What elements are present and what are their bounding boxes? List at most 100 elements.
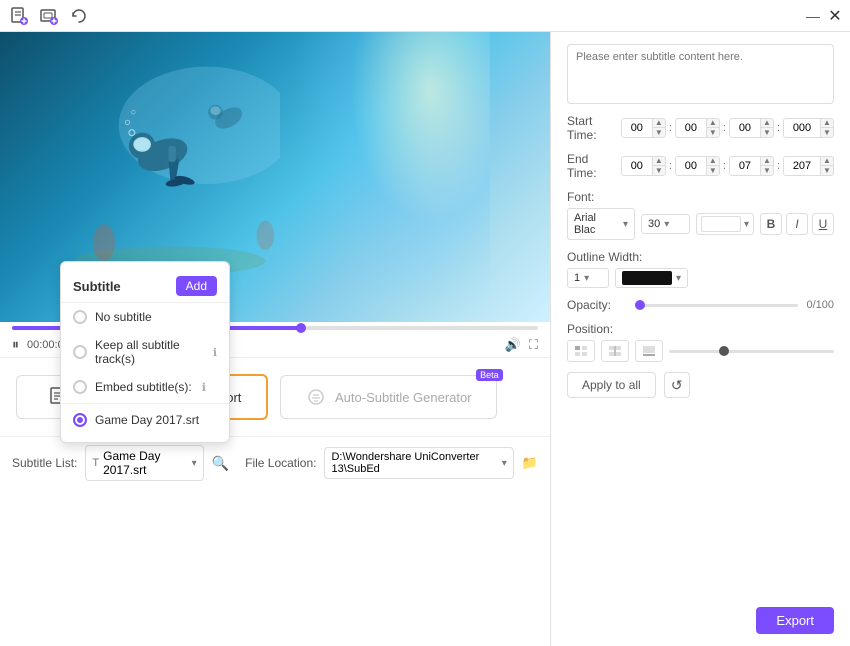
light-rays-overlay	[290, 32, 490, 322]
position-thumb[interactable]	[719, 346, 729, 356]
game-day-radio[interactable]	[73, 413, 87, 427]
end-ms-input[interactable]: ▲ ▼	[783, 156, 834, 176]
bold-button[interactable]: B	[760, 213, 782, 235]
start-sec-input[interactable]: ▲ ▼	[729, 118, 774, 138]
start-min-input[interactable]: ▲ ▼	[675, 118, 720, 138]
start-sec-up[interactable]: ▲	[761, 119, 773, 128]
font-row: Arial Blac ▾ 30 ▾ ▾ B I U	[567, 208, 834, 240]
end-sec-spinners: ▲ ▼	[760, 157, 773, 175]
start-ms-field[interactable]	[784, 120, 820, 136]
add-subtitle-button[interactable]: Add	[176, 276, 217, 296]
start-hour-field[interactable]	[622, 120, 652, 136]
outline-color-picker[interactable]: ▾	[615, 268, 688, 288]
start-min-down[interactable]: ▼	[707, 128, 719, 137]
embed-label: Embed subtitle(s):	[95, 380, 192, 394]
minimize-button[interactable]: —	[806, 9, 820, 23]
end-min-input[interactable]: ▲ ▼	[675, 156, 720, 176]
outline-width-select[interactable]: 1 ▾	[567, 268, 609, 288]
volume-icon[interactable]: 🔊	[505, 337, 521, 353]
start-sec-down[interactable]: ▼	[761, 128, 773, 137]
subtitle-list-bar: Subtitle List: T Game Day 2017.srt ▾ 🔍 F…	[0, 436, 550, 489]
position-top-center-icon	[608, 345, 622, 357]
start-min-spinners: ▲ ▼	[706, 119, 719, 137]
position-top-left-button[interactable]	[567, 340, 595, 362]
no-subtitle-radio[interactable]	[73, 310, 87, 324]
close-button[interactable]: ✕	[828, 9, 842, 23]
end-sec-up[interactable]: ▲	[761, 157, 773, 166]
font-section: Font: Arial Blac ▾ 30 ▾ ▾ B I U	[567, 190, 834, 240]
start-sec-field[interactable]	[730, 120, 760, 136]
auto-subtitle-button[interactable]: Auto-Subtitle Generator	[280, 375, 497, 419]
start-hour-up[interactable]: ▲	[653, 119, 665, 128]
diver-illustration	[60, 52, 280, 272]
end-hour-input[interactable]: ▲ ▼	[621, 156, 666, 176]
folder-icon[interactable]: 📁	[522, 455, 538, 471]
new-file-icon[interactable]	[8, 5, 30, 27]
outline-width-label: Outline Width:	[567, 250, 834, 264]
file-path-input[interactable]: D:\Wondershare UniConverter 13\SubEd ▾	[324, 447, 513, 479]
outline-section: Outline Width: 1 ▾ ▾	[567, 250, 834, 288]
position-top-center-button[interactable]	[601, 340, 629, 362]
keep-all-radio[interactable]	[73, 345, 87, 359]
pause-button[interactable]: ⏸	[12, 336, 19, 353]
popup-header: Subtitle Add	[61, 270, 229, 303]
end-min-down[interactable]: ▼	[707, 166, 719, 175]
position-slider[interactable]	[669, 350, 834, 353]
underline-button[interactable]: U	[812, 213, 834, 235]
end-min-up[interactable]: ▲	[707, 157, 719, 166]
end-hour-down[interactable]: ▼	[653, 166, 665, 175]
subtitle-dropdown[interactable]: T Game Day 2017.srt ▾	[85, 445, 203, 481]
export-button[interactable]: Export	[756, 607, 834, 634]
font-family-select[interactable]: Arial Blac ▾	[567, 208, 635, 240]
position-bottom-button[interactable]	[635, 340, 663, 362]
subtitle-content-input[interactable]	[567, 44, 834, 104]
no-subtitle-item[interactable]: No subtitle	[61, 303, 229, 331]
search-icon[interactable]: 🔍	[212, 455, 229, 472]
fullscreen-icon[interactable]: ⛶	[529, 337, 538, 353]
end-sec-down[interactable]: ▼	[761, 166, 773, 175]
start-min-field[interactable]	[676, 120, 706, 136]
embed-radio[interactable]	[73, 380, 87, 394]
game-day-item[interactable]: Game Day 2017.srt	[61, 406, 229, 434]
end-hour-spinners: ▲ ▼	[652, 157, 665, 175]
new-tab-icon[interactable]	[38, 5, 60, 27]
start-ms-up[interactable]: ▲	[821, 119, 833, 128]
font-family-chevron: ▾	[623, 219, 628, 230]
end-time-group: ▲ ▼ : ▲ ▼ : ▲ ▼	[621, 156, 834, 176]
start-ms-down[interactable]: ▼	[821, 128, 833, 137]
progress-thumb[interactable]	[296, 323, 306, 333]
end-hour-field[interactable]	[622, 158, 652, 174]
game-day-label: Game Day 2017.srt	[95, 413, 199, 427]
end-ms-down[interactable]: ▼	[821, 166, 833, 175]
end-hour-up[interactable]: ▲	[653, 157, 665, 166]
end-ms-field[interactable]	[784, 158, 820, 174]
end-ms-up[interactable]: ▲	[821, 157, 833, 166]
end-sep-1: :	[668, 160, 673, 172]
position-label: Position:	[567, 322, 834, 336]
end-min-field[interactable]	[676, 158, 706, 174]
reset-button[interactable]: ↺	[664, 372, 690, 398]
embed-item[interactable]: Embed subtitle(s): ℹ	[61, 373, 229, 401]
start-ms-input[interactable]: ▲ ▼	[783, 118, 834, 138]
end-sec-input[interactable]: ▲ ▼	[729, 156, 774, 176]
end-sec-field[interactable]	[730, 158, 760, 174]
apply-to-all-button[interactable]: Apply to all	[567, 372, 656, 398]
keep-all-info-icon[interactable]: ℹ	[213, 346, 217, 359]
opacity-slider[interactable]	[640, 304, 798, 307]
font-family-value: Arial Blac	[574, 212, 619, 236]
start-hour-input[interactable]: ▲ ▼	[621, 118, 666, 138]
refresh-icon[interactable]	[68, 5, 90, 27]
font-color-picker[interactable]: ▾	[696, 213, 754, 235]
font-size-chevron: ▾	[664, 219, 669, 230]
start-time-label: Start Time:	[567, 114, 615, 142]
font-size-select[interactable]: 30 ▾	[641, 214, 690, 234]
italic-button[interactable]: I	[786, 213, 808, 235]
start-min-up[interactable]: ▲	[707, 119, 719, 128]
time-sep-1: :	[668, 122, 673, 134]
opacity-thumb[interactable]	[635, 300, 645, 310]
embed-info-icon[interactable]: ℹ	[202, 381, 206, 394]
position-row	[567, 340, 834, 362]
start-hour-down[interactable]: ▼	[653, 128, 665, 137]
keep-all-item[interactable]: Keep all subtitle track(s) ℹ	[61, 331, 229, 373]
opacity-value: 0/100	[806, 299, 834, 311]
